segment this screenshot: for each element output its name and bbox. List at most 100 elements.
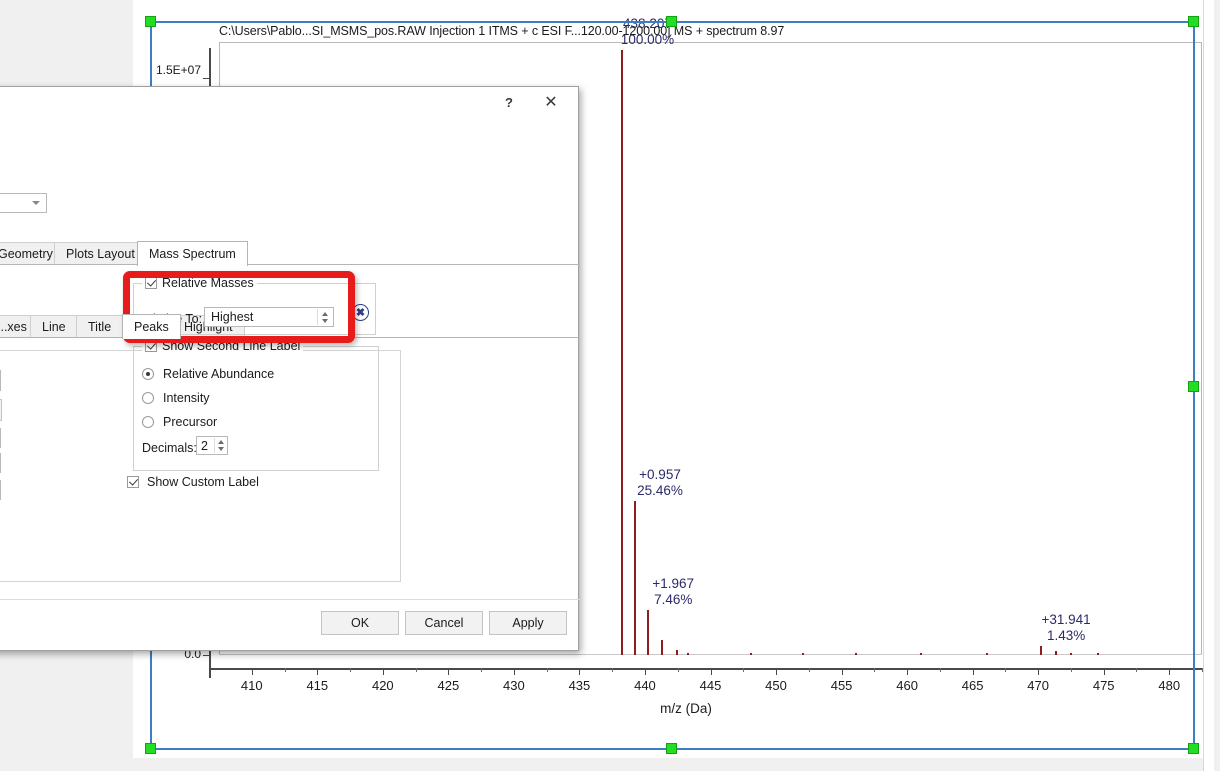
spinner-up-icon[interactable] bbox=[217, 440, 224, 444]
show-second-line-label-checkbox[interactable] bbox=[145, 340, 157, 352]
plot-title: C:\Users\Pablo...SI_MSMS_pos.RAW Injecti… bbox=[219, 24, 785, 38]
spectrum-peak bbox=[985, 653, 988, 655]
apply-button[interactable]: Apply bbox=[489, 611, 567, 635]
reset-clear-icon[interactable]: ✖ bbox=[352, 304, 369, 321]
x-axis-tick bbox=[644, 668, 646, 675]
spinner-down-icon[interactable] bbox=[217, 447, 224, 451]
subtab-peaks[interactable]: Peaks bbox=[122, 314, 181, 339]
radio-intensity-indicator[interactable] bbox=[142, 392, 154, 404]
x-axis-minor-tick bbox=[415, 668, 417, 672]
spectrum-peak bbox=[634, 500, 636, 655]
x-axis-minor-tick bbox=[612, 668, 614, 672]
x-axis-tick-label: 465 bbox=[961, 678, 984, 693]
x-axis-tick bbox=[579, 668, 581, 675]
spinner-up-icon[interactable] bbox=[322, 311, 328, 316]
peak-label-mz: +1.967 bbox=[652, 575, 695, 591]
radio-relative-abundance[interactable]: Relative Abundance bbox=[142, 367, 274, 381]
selection-handle-top-center[interactable] bbox=[666, 16, 677, 27]
radio-precursor[interactable]: Precursor bbox=[142, 415, 217, 429]
subtab-title[interactable]: Title bbox=[76, 315, 124, 338]
x-axis-tick bbox=[841, 668, 843, 675]
threshold-input[interactable]: 0.50% of Max bbox=[0, 480, 1, 500]
spectrum-peak bbox=[920, 653, 923, 655]
selection-handle-middle-right[interactable] bbox=[1188, 381, 1199, 392]
x-axis-tick bbox=[448, 668, 450, 675]
cancel-button[interactable]: Cancel bbox=[405, 611, 483, 635]
x-axis-line bbox=[209, 668, 1202, 670]
x-axis-tick-label: 440 bbox=[634, 678, 656, 693]
spinner-down-icon[interactable] bbox=[322, 318, 328, 323]
decimals-label: Decimals: bbox=[142, 441, 197, 455]
peak-label: +0.957 25.46% bbox=[637, 467, 683, 499]
x-axis-minor-tick bbox=[939, 668, 941, 672]
x-axis-minor-tick bbox=[1005, 668, 1007, 672]
decimals-spinner[interactable] bbox=[214, 438, 226, 453]
x-axis-minor-tick bbox=[284, 668, 286, 672]
relative-masses-label: Relative Masses bbox=[162, 276, 254, 290]
selection-handle-bottom-center[interactable] bbox=[666, 743, 677, 754]
show-custom-label-checkbox[interactable] bbox=[127, 476, 139, 488]
x-axis-tick-label: 435 bbox=[568, 678, 591, 693]
radio-precursor-indicator[interactable] bbox=[142, 416, 154, 428]
peak-label: +31.941 1.43% bbox=[1042, 612, 1091, 644]
tab-plots-layout[interactable]: Plots Layout bbox=[54, 242, 147, 265]
radio-intensity[interactable]: Intensity bbox=[142, 391, 210, 405]
relative-masses-checkbox[interactable] bbox=[145, 277, 157, 289]
show-second-line-label-text: Show Second Line Label bbox=[162, 339, 301, 353]
decimals-input[interactable]: 2 bbox=[196, 436, 228, 455]
tab-mass-spectrum[interactable]: Mass Spectrum bbox=[137, 241, 248, 266]
spectrum-peak bbox=[1055, 651, 1058, 655]
help-icon[interactable]: ? bbox=[496, 91, 522, 113]
spectrum-peak bbox=[749, 653, 752, 655]
dialog-titlebar bbox=[0, 87, 578, 118]
x-axis-minor-tick bbox=[1070, 668, 1072, 672]
spectrum-peak bbox=[686, 653, 689, 655]
x-axis-tick-label: 420 bbox=[371, 678, 394, 693]
orientation-combo[interactable]: Horizontal bbox=[0, 428, 1, 448]
x-axis-tick bbox=[382, 668, 384, 675]
dialog-top-tabstrip: Geometry Plots Layout Mass Spectrum bbox=[0, 241, 580, 266]
x-axis-tick bbox=[972, 668, 974, 675]
relative-to-spinner[interactable] bbox=[317, 309, 332, 325]
close-icon[interactable]: ✕ bbox=[538, 91, 564, 113]
y-axis-top-label: 1.5E+07 bbox=[155, 63, 201, 77]
font-button[interactable]: Font... bbox=[0, 399, 2, 421]
relative-to-value: Highest bbox=[211, 310, 254, 324]
x-axis-tick-label: 410 bbox=[240, 678, 263, 693]
app-right-strip bbox=[1203, 0, 1220, 771]
x-axis-minor-tick bbox=[874, 668, 876, 672]
selection-handle-top-left[interactable] bbox=[145, 16, 156, 27]
x-axis-minor-tick bbox=[743, 668, 745, 672]
chevron-down-icon bbox=[32, 201, 40, 205]
radio-relative-abundance-indicator[interactable] bbox=[142, 368, 154, 380]
spectrum-select-combo[interactable]: ...pectrum 8.97 bbox=[0, 193, 47, 213]
x-axis-tick-label: 460 bbox=[896, 678, 918, 693]
radio-intensity-label: Intensity bbox=[163, 391, 210, 405]
peak-label-mz: +31.941 bbox=[1041, 612, 1091, 628]
relative-masses-title-row: Relative Masses bbox=[142, 276, 257, 290]
peak-label: +1.967 7.46% bbox=[652, 576, 694, 608]
spectrum-peak bbox=[854, 653, 857, 655]
x-axis-tick-label: 475 bbox=[1092, 678, 1115, 693]
relative-to-input[interactable]: Highest bbox=[204, 307, 334, 327]
peak-count-input[interactable]: 3 bbox=[0, 453, 1, 473]
selection-handle-bottom-left[interactable] bbox=[145, 743, 156, 754]
subtab-line[interactable]: Line bbox=[30, 315, 78, 338]
x-axis-tick-label: 450 bbox=[765, 678, 787, 693]
x-axis-minor-tick bbox=[808, 668, 810, 672]
x-axis-tick bbox=[710, 668, 712, 675]
x-axis-minor-tick bbox=[350, 668, 352, 672]
spectrum-peak bbox=[1097, 653, 1100, 655]
spectrum-peak bbox=[676, 650, 679, 655]
selection-handle-top-right[interactable] bbox=[1188, 16, 1199, 27]
peak-label-abundance: 25.46% bbox=[637, 482, 683, 498]
ok-button[interactable]: OK bbox=[321, 611, 399, 635]
show-custom-label-row[interactable]: Show Custom Label bbox=[127, 475, 259, 489]
x-axis-tick bbox=[513, 668, 515, 675]
x-axis-title: m/z (Da) bbox=[660, 701, 712, 716]
peak-color-combo[interactable]: Navy bbox=[0, 370, 1, 391]
radio-precursor-label: Precursor bbox=[163, 415, 218, 429]
selection-handle-bottom-right[interactable] bbox=[1188, 743, 1199, 754]
peak-label-abundance: 100.00% bbox=[620, 32, 675, 47]
y-axis-tick-top bbox=[203, 78, 211, 79]
